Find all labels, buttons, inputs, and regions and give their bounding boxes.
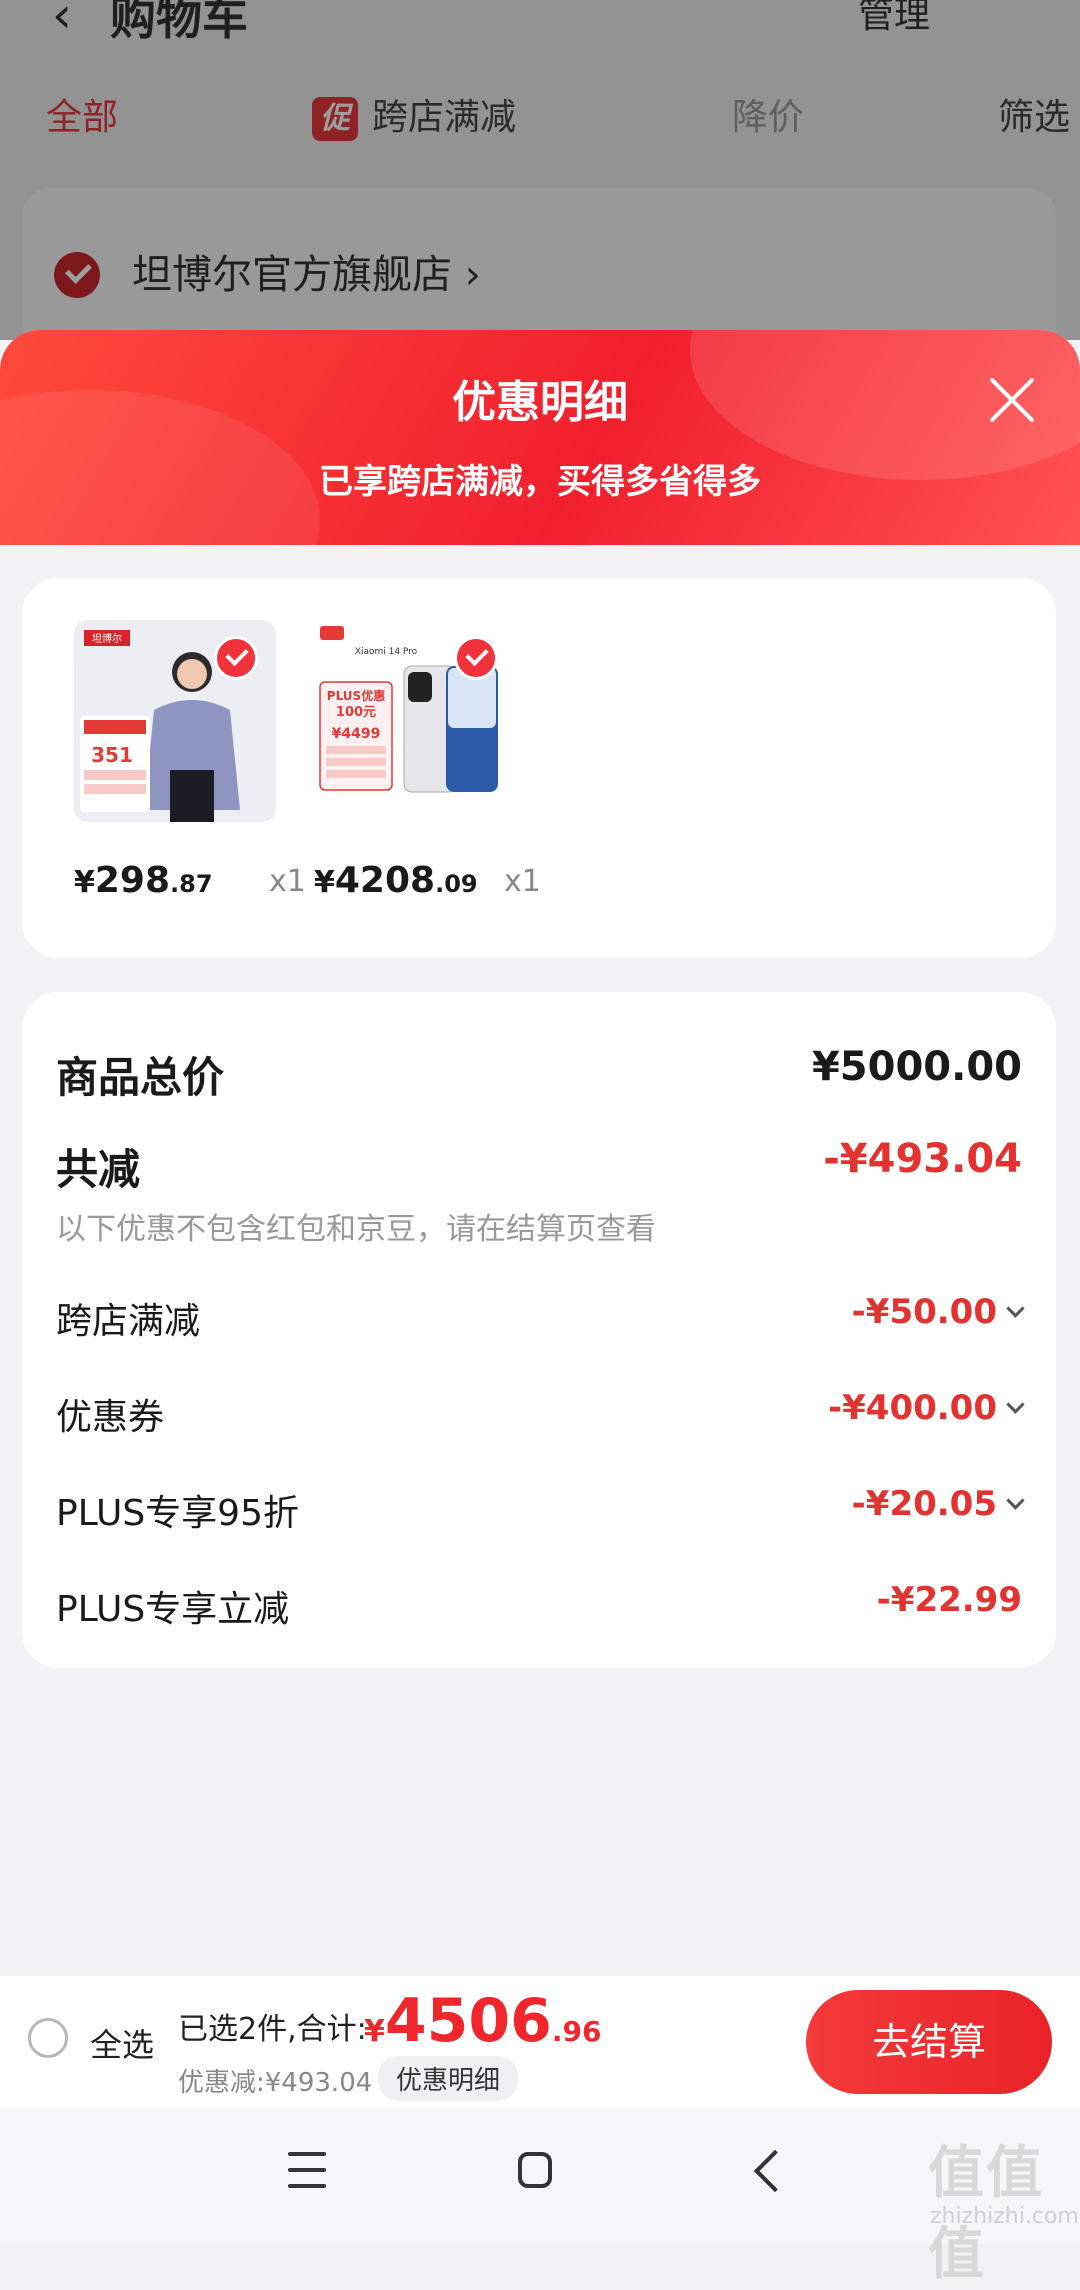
total-amount: ¥4506.96 xyxy=(364,1986,602,2056)
discount-item-plus-95[interactable]: PLUS专享95折 -¥20.05 xyxy=(56,1484,1025,1534)
discount-item-value: -¥400.00 xyxy=(828,1388,1025,1428)
discount-item-label: 优惠券 xyxy=(56,1397,165,1438)
chevron-down-icon[interactable] xyxy=(1006,1299,1025,1318)
discount-item-plus-reduce: PLUS专享立减 -¥22.99 xyxy=(56,1580,1022,1630)
dim-overlay[interactable] xyxy=(0,0,1080,340)
svg-text:¥4499: ¥4499 xyxy=(332,726,381,742)
system-nav-bar: 值值值 zhizhizhi.com xyxy=(0,2108,1080,2287)
select-all-radio[interactable] xyxy=(28,2018,68,2058)
product-qty: x1 xyxy=(269,864,306,899)
select-all-label[interactable]: 全选 xyxy=(90,2020,154,2066)
discount-item-cross-store[interactable]: 跨店满减 -¥50.00 xyxy=(56,1292,1025,1342)
total-reduce-value: -¥493.04 xyxy=(823,1136,1022,1182)
chevron-down-icon[interactable] xyxy=(1006,1395,1025,1414)
discount-item-value: -¥22.99 xyxy=(876,1580,1022,1620)
discount-item-value: -¥20.05 xyxy=(852,1484,1025,1524)
discount-item-label: 跨店满减 xyxy=(56,1301,201,1342)
close-icon[interactable] xyxy=(986,374,1038,426)
total-reduce-row: 共减 -¥493.04 xyxy=(56,1136,1022,1194)
discount-summary-card: 商品总价 ¥5000.00 共减 -¥493.04 以下优惠不包含红包和京豆，请… xyxy=(22,992,1056,1668)
chevron-down-icon[interactable] xyxy=(1006,1491,1025,1510)
discount-summary-text: 优惠减:¥493.04 xyxy=(178,2068,373,2098)
discount-note: 以下优惠不包含红包和京豆，请在结算页查看 xyxy=(56,1212,656,1247)
discount-item-label: PLUS专享立减 xyxy=(56,1589,290,1630)
discount-item-value: -¥50.00 xyxy=(852,1292,1025,1332)
sheet-title: 优惠明细 xyxy=(452,377,628,428)
discount-detail-sheet: 优惠明细 已享跨店满减，买得多省得多 坦博尔 351 ¥298.87 x1 Xi… xyxy=(0,330,1080,2244)
selected-check-icon[interactable] xyxy=(454,636,498,680)
svg-text:PLUS优惠: PLUS优惠 xyxy=(327,688,385,703)
total-price-label: 商品总价 xyxy=(56,1053,225,1102)
watermark-url: zhizhizhi.com xyxy=(930,2204,1079,2229)
svg-text:Xiaomi 14 Pro: Xiaomi 14 Pro xyxy=(355,647,418,657)
checkout-button[interactable]: 去结算 xyxy=(806,1990,1052,2094)
sheet-header: 优惠明细 已享跨店满减，买得多省得多 xyxy=(0,330,1080,545)
discount-item-coupon[interactable]: 优惠券 -¥400.00 xyxy=(56,1388,1025,1438)
svg-text:100元: 100元 xyxy=(336,705,376,720)
discount-detail-chip[interactable]: 优惠明细 xyxy=(378,2056,519,2101)
discount-item-label: PLUS专享95折 xyxy=(56,1493,299,1534)
product-qty: x1 xyxy=(504,864,541,899)
sheet-subtitle: 已享跨店满减，买得多省得多 xyxy=(319,462,761,502)
home-icon[interactable] xyxy=(518,2152,552,2188)
total-reduce-label: 共减 xyxy=(56,1145,141,1194)
products-card: 坦博尔 351 ¥298.87 x1 Xiaomi 14 Pro PLUS优惠 … xyxy=(22,578,1056,958)
total-price-row: 商品总价 ¥5000.00 xyxy=(56,1044,1022,1102)
menu-icon[interactable] xyxy=(288,2152,326,2188)
cart-page-background: ‹ 购物车 管理 全部 促跨店满减 降价 筛选 坦博尔官方旗舰店 › xyxy=(0,0,1080,340)
selected-count-text: 已选2件,合计: xyxy=(178,2012,367,2047)
selected-check-icon[interactable] xyxy=(214,636,258,680)
svg-text:351: 351 xyxy=(91,743,133,767)
total-price-value: ¥5000.00 xyxy=(811,1044,1022,1090)
product-price: ¥298.87 xyxy=(74,860,213,901)
back-nav-icon[interactable] xyxy=(753,2149,797,2193)
checkout-bar: 全选 已选2件,合计: ¥4506.96 优惠减:¥493.04 优惠明细 去结… xyxy=(0,1976,1080,2108)
product-price: ¥4208.09 xyxy=(314,860,478,901)
svg-text:坦博尔: 坦博尔 xyxy=(92,632,122,645)
